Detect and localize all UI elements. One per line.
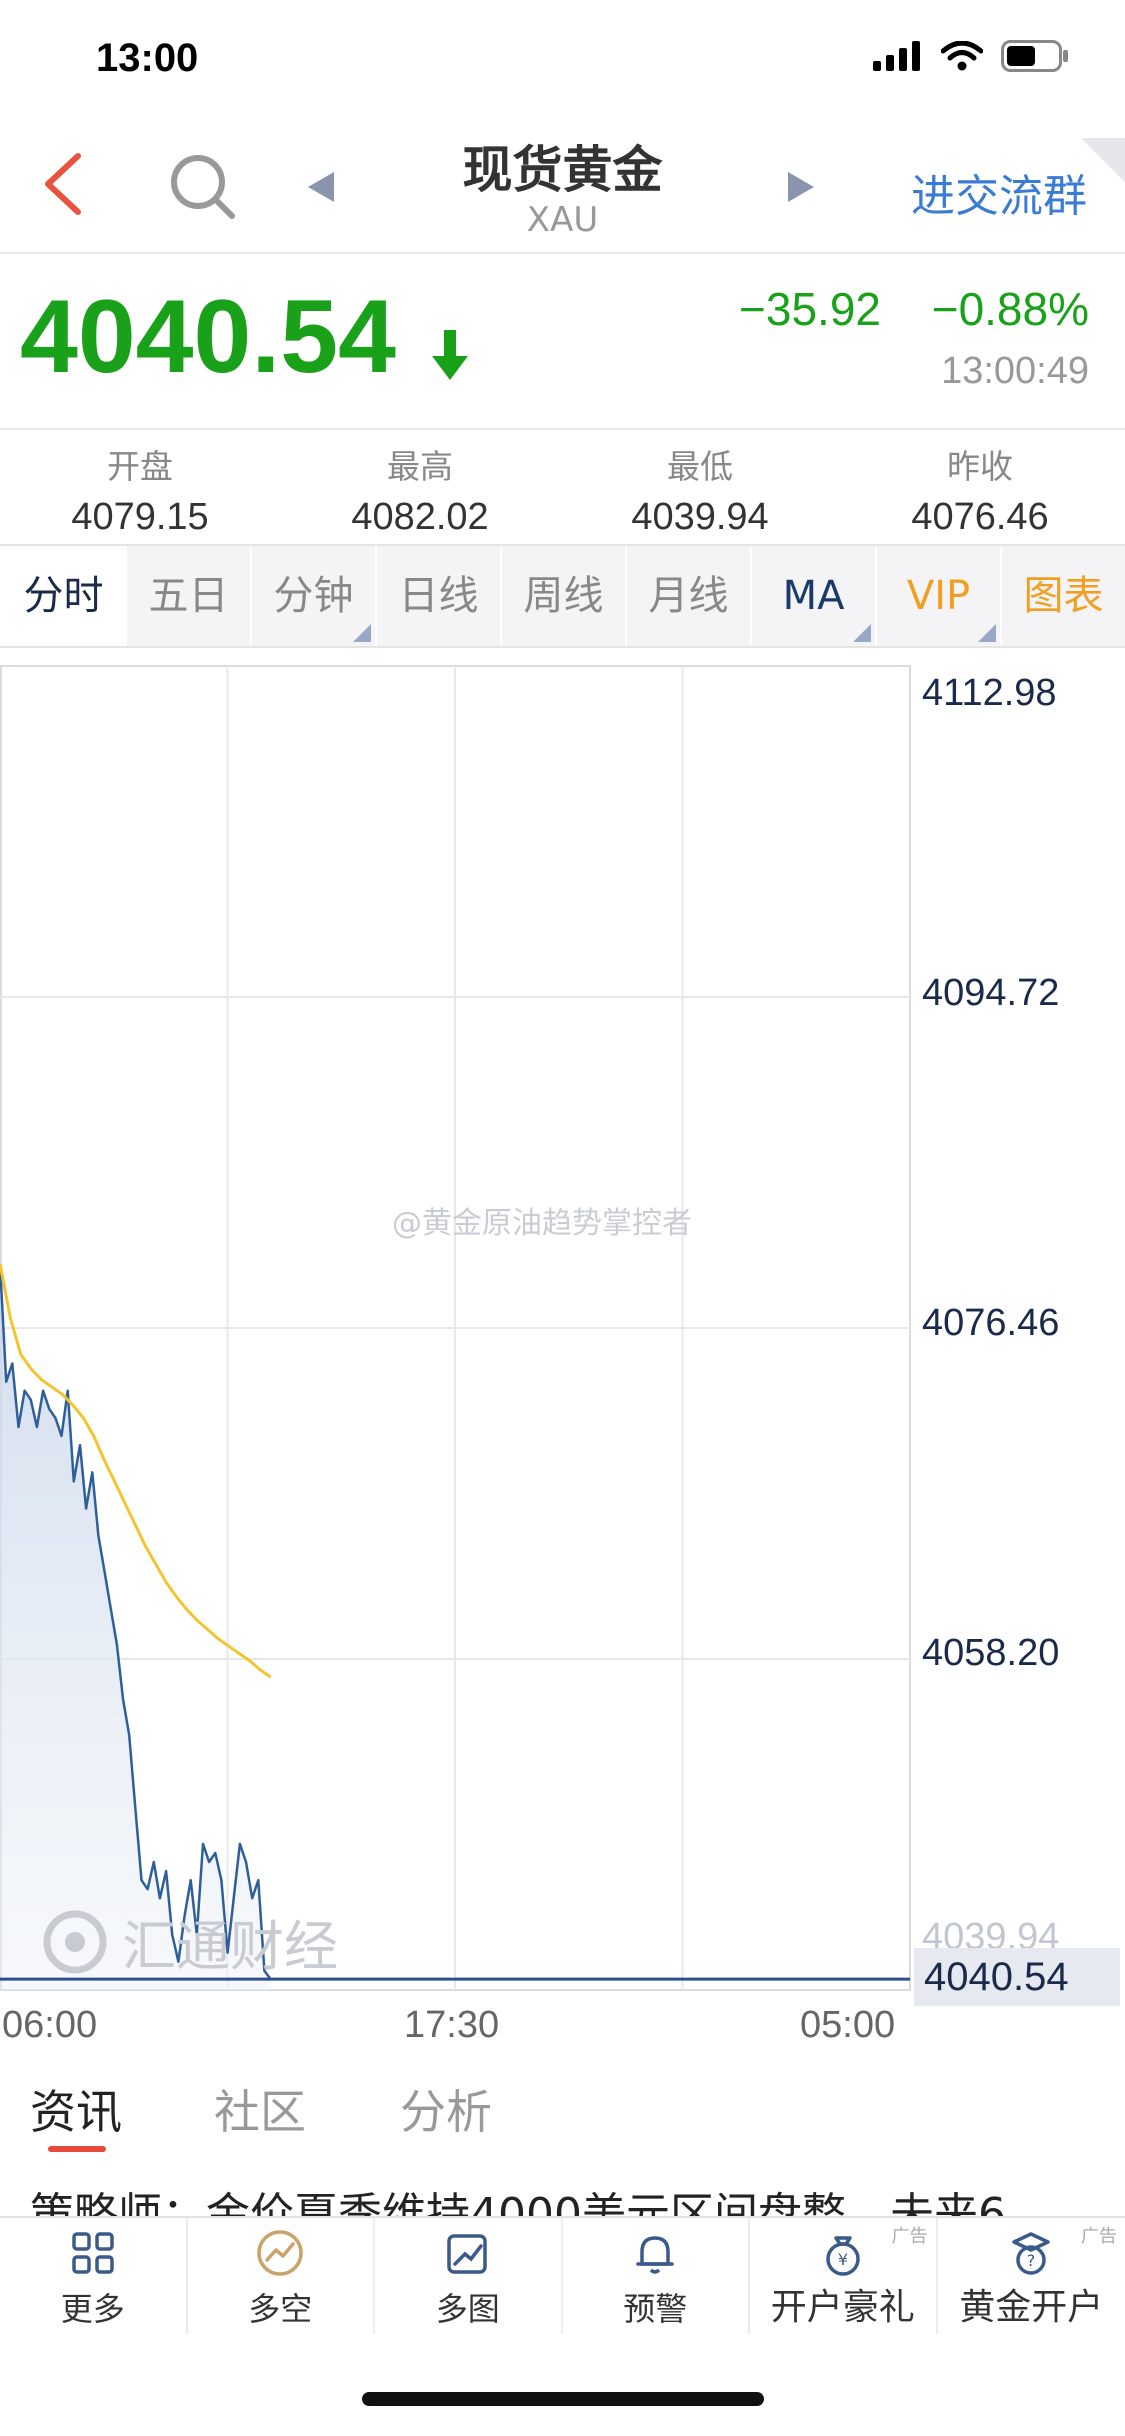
stat-label: 最低 [667,447,733,486]
bottom-item-label: 多图 [435,2290,500,2328]
dropdown-corner-icon [853,624,871,642]
bottom-item-label: 多空 [248,2290,313,2328]
bottom-toolbar: 更多 多空 多图 预警 广告 ¥ 开户豪礼 广告 ? 黄金开户 [0,2216,1125,2334]
y-tick-label: 4112.98 [922,672,1057,714]
nav-header: 现货黄金 XAU 进交流群 [0,110,1125,254]
bottom-item-multi-chart[interactable]: 多图 [375,2218,563,2334]
weibo-watermark: @黄金原油趋势掌控者 [392,1206,692,1241]
status-icons [873,40,1069,72]
tab-label: VIP [906,573,971,619]
price-change-percent: −0.88% [931,283,1089,335]
bottom-item-label: 预警 [623,2290,688,2328]
y-tick-label: 4094.72 [922,972,1060,1014]
stat-label: 开盘 [107,447,173,486]
stat-value: 4079.15 [71,496,209,538]
price-change: −35.92 [739,283,881,335]
x-tick-label: 17:30 [404,2004,500,2046]
tab-intraday[interactable]: 分时 [0,546,125,646]
home-indicator[interactable] [362,2392,764,2406]
bottom-item-long-short[interactable]: 多空 [188,2218,375,2334]
grid-icon [72,2232,114,2274]
chart-period-tabs: 分时 五日 分钟 日线 周线 月线 MA VIP 图表 [0,544,1125,648]
bottom-item-more[interactable]: 更多 [0,2218,188,2334]
news-headline[interactable]: 策略师：金价夏季维持4000美元区间盘整，未来6 [30,2178,1120,2218]
current-price: 4040.54 [20,279,396,395]
trend-circle-icon [257,2230,303,2276]
stat-open: 开盘 4079.15 [0,440,280,539]
quote-time: 13:00:49 [941,350,1089,392]
x-tick-label: 05:00 [800,2004,896,2046]
stat-label: 昨收 [947,447,1013,486]
y-tick-label: 4058.20 [922,1632,1060,1674]
brand-logo-icon [43,1910,107,1973]
chart-grid [0,665,911,1991]
x-tick-label: 06:00 [2,2004,98,2046]
price-area-fill [0,1263,271,1990]
stat-prev-close: 昨收 4076.46 [840,440,1120,539]
next-symbol-icon[interactable] [786,170,816,204]
bottom-item-label: 黄金开户 [959,2287,1104,2328]
ad-corner-icon [1081,138,1125,182]
status-time: 13:00 [96,36,199,80]
bottom-item-account-gift[interactable]: 广告 ¥ 开户豪礼 [750,2218,938,2334]
news-tab-analysis[interactable]: 分析 [400,2076,492,2142]
down-arrow-icon [432,330,468,380]
dropdown-corner-icon [353,624,371,642]
tab-weekly[interactable]: 周线 [500,546,625,646]
active-tab-indicator [48,2146,106,2152]
ad-tag: 广告 [891,2226,928,2247]
tab-label: MA [782,573,845,619]
tab-monthly[interactable]: 月线 [625,546,750,646]
stat-low: 最低 4039.94 [560,440,840,539]
multi-chart-icon [447,2234,487,2274]
svg-text:¥: ¥ [838,2250,848,2269]
brand-watermark: 汇通财经 [40,1902,338,1981]
stat-value: 4039.94 [631,496,769,538]
dropdown-corner-icon [978,624,996,642]
tab-minute[interactable]: 分钟 [250,546,375,646]
tab-ma[interactable]: MA [750,546,875,646]
tab-five-day[interactable]: 五日 [125,546,250,646]
tab-label: 分钟 [273,573,354,619]
bottom-item-gold-account[interactable]: 广告 ? 黄金开户 [938,2218,1125,2334]
stat-high: 最高 4082.02 [280,440,560,539]
bottom-item-label: 开户豪礼 [770,2287,915,2328]
bell-icon [636,2236,674,2274]
bottom-item-label: 更多 [60,2290,125,2328]
news-tab-community[interactable]: 社区 [214,2076,306,2142]
tab-chart[interactable]: 图表 [1000,546,1125,646]
join-group-link[interactable]: 进交流群 [911,160,1087,224]
money-bag-icon: ¥ [826,2236,860,2276]
divider [0,428,1125,430]
stat-value: 4082.02 [351,496,489,538]
wifi-icon [941,41,983,71]
current-price-tag: 4040.54 [914,1948,1120,2006]
question-badge-icon: ? [1012,2232,1050,2275]
brand-watermark-text: 汇通财经 [122,1915,338,1978]
ad-tag: 广告 [1081,2226,1117,2247]
news-tab-info[interactable]: 资讯 [30,2076,122,2142]
tab-vip[interactable]: VIP [875,546,1000,646]
y-tick-label: 4076.46 [922,1302,1060,1344]
stat-value: 4076.46 [911,496,1049,538]
battery-icon [1001,40,1068,72]
stat-label: 最高 [387,447,453,486]
bottom-item-alert[interactable]: 预警 [563,2218,750,2334]
svg-text:?: ? [1027,2251,1036,2270]
signal-icon [873,41,920,71]
tab-daily[interactable]: 日线 [375,546,500,646]
